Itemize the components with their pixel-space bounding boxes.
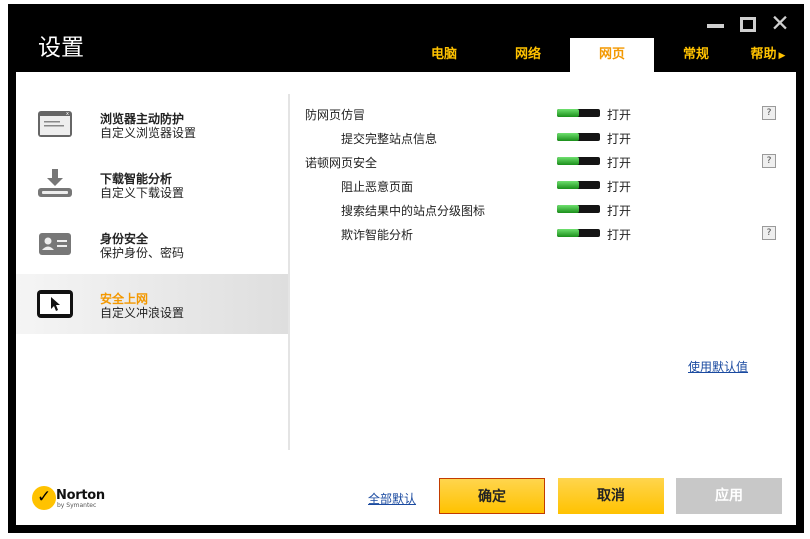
help-icon[interactable]: ? [762,106,776,120]
setting-state: 打开 [607,156,632,170]
sidebar-item-subtitle: 自定义冲浪设置 [100,306,185,320]
setting-label: 搜索结果中的站点分级图标 [341,204,486,218]
ok-button[interactable]: 确定 [439,478,545,514]
minimize-icon[interactable] [706,14,726,34]
setting-row: 防网页仿冒 打开 ? [305,102,785,126]
sidebar-item-browser-protection[interactable]: x 浏览器主动防护 自定义浏览器设置 [16,94,288,154]
tab-computer[interactable]: 电脑 [402,38,486,72]
close-icon[interactable]: ✕ [770,13,790,36]
toggle-switch[interactable] [557,181,600,189]
setting-state: 打开 [607,180,632,194]
id-card-icon [39,233,71,255]
toggle-on-indicator [557,205,579,213]
panel-divider [288,94,290,450]
sidebar-item-text: 浏览器主动防护 自定义浏览器设置 [100,112,196,141]
settings-window: 设置 ✕ 电脑 网络 网页 常规 帮助 ▶ x 浏览器主动防护 自定义浏览器设置… [8,4,804,533]
help-icon[interactable]: ? [762,154,776,168]
tab-general[interactable]: 常规 [654,38,738,72]
cancel-button[interactable]: 取消 [558,478,664,514]
triangle-right-icon: ▶ [778,51,786,61]
setting-state: 打开 [607,108,632,122]
window-controls: ✕ [706,13,790,36]
setting-row: 提交完整站点信息 打开 [305,126,785,150]
setting-state: 打开 [607,132,632,146]
toggle-on-indicator [557,109,579,117]
brand-sub: by Symantec [57,502,97,509]
sidebar-item-title: 身份安全 [100,232,149,246]
maximize-icon[interactable] [738,14,758,34]
tab-network[interactable]: 网络 [486,38,570,72]
setting-label: 提交完整站点信息 [341,132,438,146]
sidebar-item-download-insight[interactable]: 下载智能分析 自定义下载设置 [16,154,288,214]
toggle-switch[interactable] [557,133,600,141]
sidebar-item-title: 浏览器主动防护 [100,112,185,126]
toggle-on-indicator [557,157,579,165]
sidebar-item-title: 安全上网 [100,292,149,306]
sidebar-item-text: 下载智能分析 自定义下载设置 [100,172,184,201]
download-icon [38,169,72,197]
dialog-frame: 设置 ✕ 电脑 网络 网页 常规 帮助 ▶ x 浏览器主动防护 自定义浏览器设置… [0,0,810,539]
sidebar: x 浏览器主动防护 自定义浏览器设置 下载智能分析 自定义下载设置 身份安全 保… [16,94,288,334]
tab-help[interactable]: 帮助 ▶ [738,38,798,72]
all-defaults-link[interactable]: 全部默认 [368,490,416,507]
toggle-on-indicator [557,181,579,189]
checkmark-icon: ✓ [32,486,56,510]
sidebar-item-subtitle: 自定义下载设置 [100,186,185,200]
setting-row: 搜索结果中的站点分级图标 打开 [305,198,785,222]
setting-label: 阻止恶意页面 [341,180,414,194]
sidebar-item-title: 下载智能分析 [100,172,173,186]
setting-state: 打开 [607,204,632,218]
setting-label: 防网页仿冒 [305,108,366,122]
norton-logo: ✓ Norton by Symantec [32,486,107,516]
toggle-switch[interactable] [557,205,600,213]
setting-state: 打开 [607,228,632,242]
toggle-switch[interactable] [557,229,600,237]
content-panel: x 浏览器主动防护 自定义浏览器设置 下载智能分析 自定义下载设置 身份安全 保… [16,72,796,525]
help-icon[interactable]: ? [762,226,776,240]
toggle-switch[interactable] [557,109,600,117]
tab-bar: 电脑 网络 网页 常规 帮助 ▶ [402,38,798,72]
sidebar-item-text: 安全上网 自定义冲浪设置 [100,292,184,321]
toggle-on-indicator [557,229,579,237]
setting-row: 欺诈智能分析 打开 ? [305,222,785,246]
settings-list: 防网页仿冒 打开 ? 提交完整站点信息 打开 诺顿网页安全 打开 ? 阻止恶意页… [305,102,785,246]
brand-name: Norton [56,488,105,503]
sidebar-item-safe-surfing[interactable]: 安全上网 自定义冲浪设置 [16,274,288,334]
sidebar-item-text: 身份安全 保护身份、密码 [100,232,184,261]
svg-text:x: x [66,111,69,117]
browser-window-icon: x [38,111,72,137]
use-defaults-link[interactable]: 使用默认值 [688,358,748,375]
cursor-screen-icon [37,290,73,318]
apply-button[interactable]: 应用 [676,478,782,514]
setting-row: 阻止恶意页面 打开 [305,174,785,198]
setting-label: 诺顿网页安全 [305,156,378,170]
toggle-switch[interactable] [557,157,600,165]
sidebar-item-subtitle: 自定义浏览器设置 [100,126,197,140]
setting-label: 欺诈智能分析 [341,228,414,242]
sidebar-item-subtitle: 保护身份、密码 [100,246,185,260]
window-title: 设置 [38,35,84,61]
toggle-on-indicator [557,133,579,141]
sidebar-item-identity-safe[interactable]: 身份安全 保护身份、密码 [16,214,288,274]
tab-web[interactable]: 网页 [570,38,654,72]
setting-row: 诺顿网页安全 打开 ? [305,150,785,174]
